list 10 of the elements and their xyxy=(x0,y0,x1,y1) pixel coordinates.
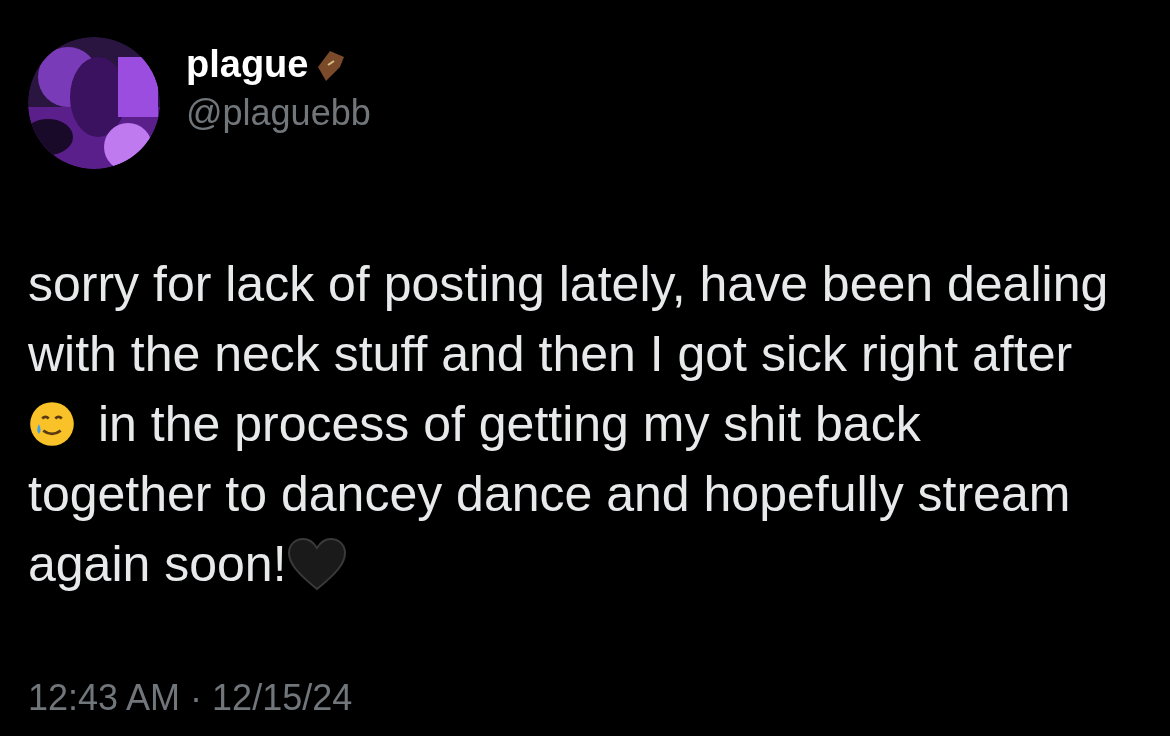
heart-icon xyxy=(286,537,347,591)
handle: @plaguebb xyxy=(186,91,371,136)
post-text: again soon! xyxy=(28,535,287,594)
post-text: in the process of getting my shit back xyxy=(98,395,921,454)
post-text: together to dancey dance and hopefully stream xyxy=(28,465,1071,524)
timestamp: 12:43 AM · 12/15/24 xyxy=(28,676,354,720)
display-name: plague xyxy=(186,41,309,87)
smiling-face-with-tear-icon xyxy=(28,400,76,448)
post-text: with the neck stuff and then I got sick right after xyxy=(28,325,1073,384)
post-text: sorry for lack of posting lately, have been dealing xyxy=(28,255,1109,314)
